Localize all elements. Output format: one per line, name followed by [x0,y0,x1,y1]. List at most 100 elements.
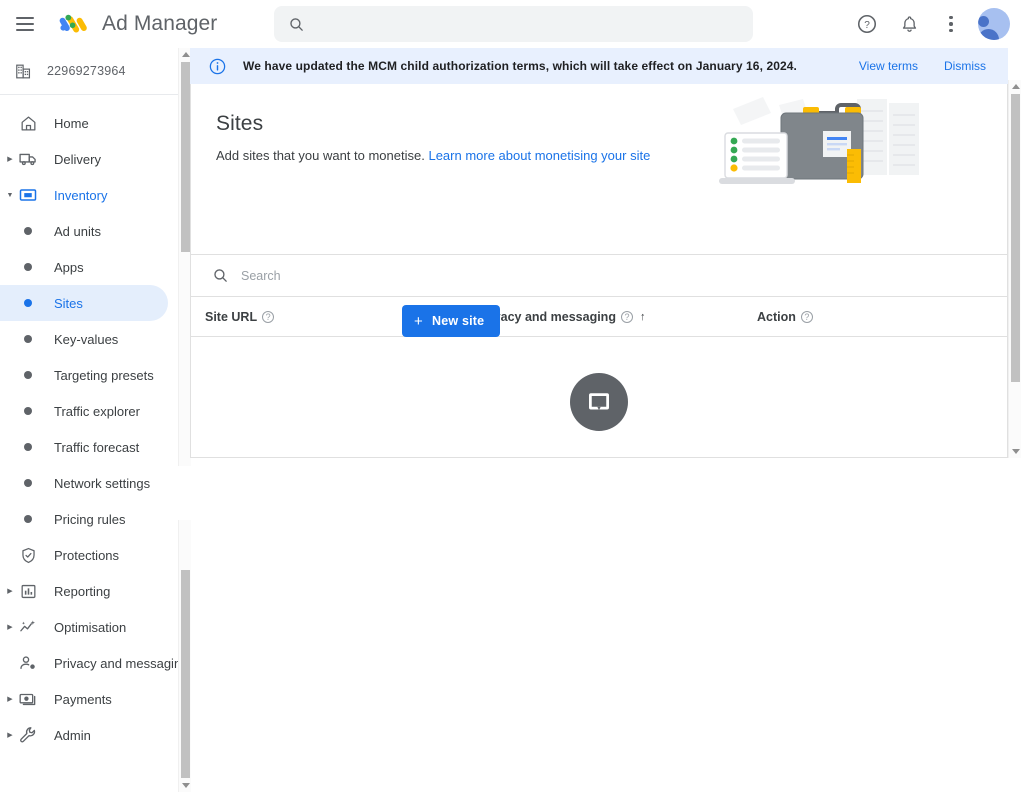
search-input[interactable] [315,16,753,32]
sidebar-item-label: Pricing rules [54,511,126,527]
sidebar-item-reporting[interactable]: ▶ Reporting [0,573,168,609]
sidebar-item-label: Admin [54,727,91,743]
sidebar-item-protections[interactable]: Protections [0,537,168,573]
banknote-icon [17,688,39,710]
home-icon [17,112,39,134]
optimisation-icon [17,616,39,638]
bullet-dot [17,400,39,422]
chevron-right-icon[interactable]: ▶ [5,732,15,739]
sidebar-item-pricing-rules[interactable]: Pricing rules [0,501,168,537]
column-header-privacy-and-messaging[interactable]: Privacy and messaging ? ↑ [477,310,757,324]
scrollbar-thumb[interactable] [181,62,190,252]
sidebar-item-sites[interactable]: Sites [0,285,168,321]
new-site-button-label: New site [431,314,485,328]
bullet-dot [17,436,39,458]
page-subtitle-text: Add sites that you want to monetise. [216,148,425,163]
header-actions: ? [850,0,1014,48]
sidebar-item-traffic-forecast[interactable]: Traffic forecast [0,429,168,465]
sidebar-item-admin[interactable]: ▶ Admin [0,717,168,753]
ad-manager-logo [59,14,87,32]
page-scrollbar[interactable] [178,520,191,792]
help-circle-icon[interactable]: ? [850,7,884,41]
sidebar-item-label: Traffic explorer [54,403,140,419]
sidebar-item-label: Apps [54,259,84,275]
sidebar-nav: Home ▶ Delivery ▼ Inventory Ad units Apps Sites… [0,95,178,753]
sidebar-item-label: Protections [54,547,120,563]
table-search-row [191,254,1007,296]
main-scrollbar[interactable] [1008,80,1021,458]
account-id: 22969273964 [47,64,126,78]
sidebar-item-key-values[interactable]: Key-values [0,321,168,357]
bell-icon[interactable] [892,7,926,41]
main-scroll-down-arrow[interactable] [1009,445,1022,458]
info-circle-icon [209,58,226,74]
sidebar-item-apps[interactable]: Apps [0,249,168,285]
main-scroll-up-arrow[interactable] [1009,80,1022,93]
column-header-action[interactable]: Action ? [757,310,937,324]
sidebar-item-traffic-explorer[interactable]: Traffic explorer [0,393,168,429]
chevron-right-icon[interactable]: ▶ [5,156,15,163]
sidebar-item-label: Reporting [54,583,111,599]
sidebar-item-label: Payments [54,691,112,707]
bar-chart-icon [17,580,39,602]
chevron-right-icon[interactable]: ▶ [5,588,15,595]
main-scrollbar-thumb[interactable] [1011,94,1020,382]
scroll-down-arrow[interactable] [179,779,192,792]
sidebar-item-payments[interactable]: ▶ Payments [0,681,168,717]
sidebar-item-label: Sites [54,295,83,311]
view-terms-link[interactable]: View terms [859,59,918,73]
dismiss-link[interactable]: Dismiss [944,59,986,73]
account-selector[interactable]: 22969273964 [0,48,178,95]
bullet-dot [17,508,39,530]
help-icon[interactable]: ? [800,310,813,323]
sidebar-item-inventory[interactable]: ▼ Inventory [0,177,168,213]
bullet-dot [17,472,39,494]
learn-more-link[interactable]: Learn more about monetising your site [428,148,650,163]
page-hero: Sites Add sites that you want to monetis… [191,84,1007,254]
plus-icon: + [414,312,423,330]
sidebar-item-home[interactable]: Home [0,105,168,141]
column-label: Site URL [205,309,258,324]
account-avatar[interactable] [978,8,1010,40]
table-search-input[interactable] [241,268,641,283]
global-search[interactable] [274,6,753,42]
chevron-down-icon[interactable]: ▼ [5,192,15,199]
sidebar-item-delivery[interactable]: ▶ Delivery [0,141,168,177]
sidebar-item-label: Optimisation [54,619,127,635]
help-icon[interactable]: ? [262,310,275,323]
sidebar-item-label: Network settings [54,475,151,491]
sidebar-item-label: Targeting presets [54,367,154,383]
sidebar-item-label: Ad units [54,223,101,239]
shield-icon [17,544,39,566]
chevron-right-icon[interactable]: ▶ [5,696,15,703]
search-icon [290,17,303,31]
briefcase-documents-illustration [719,97,919,184]
sidebar-item-label: Inventory [54,187,108,203]
sidebar-item-privacy-and-messaging[interactable]: Privacy and messaging [0,645,178,681]
network-building-icon [16,64,31,78]
more-vertical-icon[interactable] [934,7,968,41]
hamburger-menu-icon[interactable] [16,12,40,36]
page-scrollbar-thumb[interactable] [181,570,190,778]
new-site-button[interactable]: + New site [402,305,501,337]
truck-icon [17,148,39,170]
column-label: Action [757,309,796,324]
help-icon[interactable]: ? [620,310,633,323]
sidebar-item-ad-units[interactable]: Ad units [0,213,168,249]
sort-asc-icon[interactable]: ↑ [640,311,646,323]
search-icon [214,269,227,282]
sidebar-item-targeting-presets[interactable]: Targeting presets [0,357,168,393]
table-header: Site URL ? Privacy and messaging ? ↑ Act… [191,296,1007,336]
sidebar: 22969273964 Home ▶ Delivery ▼ Inventory Ad un… [0,48,178,792]
sidebar-item-label: Traffic forecast [54,439,140,455]
sidebar-item-network-settings[interactable]: Network settings [0,465,168,501]
svg-text:?: ? [864,20,870,31]
wrench-icon [17,724,39,746]
person-check-icon [17,652,39,674]
app-title: Ad Manager [102,11,218,35]
bullet-dot [17,256,39,278]
bullet-dot [17,364,39,386]
chevron-right-icon[interactable]: ▶ [5,624,15,631]
bullet-dot [17,292,39,314]
sidebar-item-optimisation[interactable]: ▶ Optimisation [0,609,168,645]
